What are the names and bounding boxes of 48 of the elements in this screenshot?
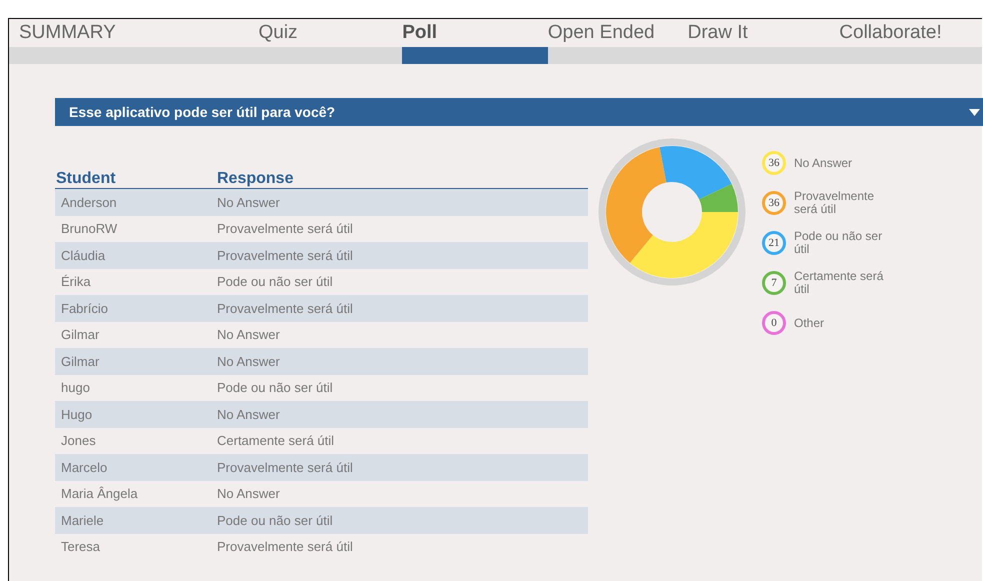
tab[interactable]: Collaborate! <box>839 19 982 64</box>
table-cell-text: Fabrício <box>60 300 109 318</box>
table-cell-text: Provavelmente será útil <box>217 458 353 476</box>
count-badge: 7 <box>762 271 786 295</box>
table-cell-text: BrunoRW <box>60 220 118 238</box>
table-cell-text: Jones <box>60 432 97 450</box>
table-cell-text: Teresa <box>60 538 102 556</box>
table-cell-text: No Answer <box>217 406 280 424</box>
tab[interactable]: Draw It <box>688 19 840 64</box>
table-cell-text: Certamente será útil <box>217 432 334 450</box>
question-title: Esse aplicativo pode ser útil para você? <box>69 102 336 122</box>
table-cell-text: Pode ou não ser útil <box>217 273 333 291</box>
table-cell-text: Mariele <box>60 512 105 530</box>
table-cell-text: No Answer <box>217 194 280 212</box>
table-cell-text: Provavelmente será útil <box>217 246 353 264</box>
tab[interactable]: Open Ended <box>548 19 688 64</box>
count-badge: 36 <box>762 191 786 215</box>
table-cell-text: Hugo <box>60 406 94 424</box>
table-cell-text: Provavelmente será útil <box>217 220 353 238</box>
table-cell-text: Maria Ângela <box>60 485 139 503</box>
table-cell-text: Pode ou não ser útil <box>217 512 333 530</box>
question-header[interactable]: Esse aplicativo pode ser útil para você? <box>55 98 983 126</box>
count-badge: 36 <box>762 151 786 175</box>
table-cell-text: Provavelmente será útil <box>217 300 353 318</box>
table-cell-text: Gilmar <box>60 352 100 370</box>
table-cell-text: Anderson <box>60 194 118 212</box>
table-cell-text: Cláudia <box>60 246 106 264</box>
table-cell-text: No Answer <box>217 352 280 370</box>
legend-label: Other <box>794 316 826 330</box>
legend-label: Provavelmente será útil <box>794 190 876 216</box>
count-badge: 0 <box>762 311 786 335</box>
table-cell-text: No Answer <box>217 485 280 503</box>
tab[interactable]: Poll <box>402 19 548 64</box>
table-cell-text: Pode ou não ser útil <box>217 379 333 397</box>
column-header: Student <box>55 170 117 188</box>
tab[interactable]: SUMMARY <box>9 19 258 64</box>
table-cell-text: hugo <box>60 379 91 397</box>
legend-label: No Answer <box>794 156 854 170</box>
table-cell-text: Marcelo <box>60 458 108 476</box>
legend-label: Certamente será útil <box>794 270 884 296</box>
tab[interactable]: Quiz <box>258 19 402 64</box>
table-cell-text: Gilmar <box>60 326 100 344</box>
table-cell-text: Provavelmente será útil <box>217 538 353 556</box>
table-cell-text: Érika <box>60 273 92 291</box>
table-cell-text: No Answer <box>217 326 280 344</box>
column-header: Response <box>217 170 294 188</box>
count-badge: 21 <box>762 231 786 255</box>
legend-label: Pode ou não ser útil <box>794 230 884 256</box>
